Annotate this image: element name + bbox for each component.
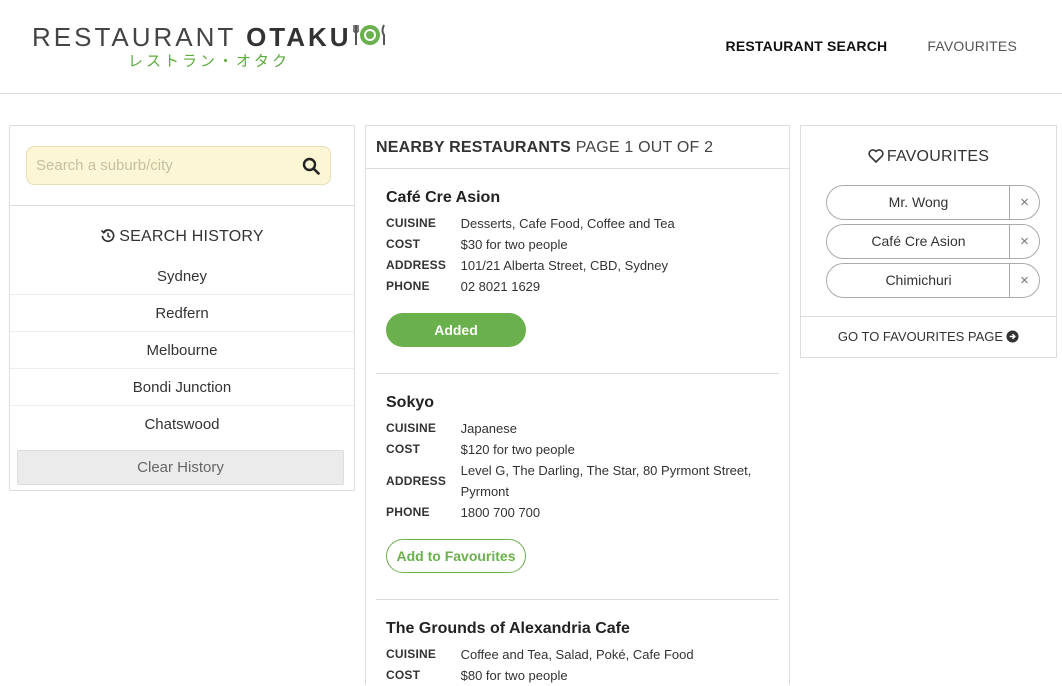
address-row: ADDRESS 101/21 Alberta Street, CBD, Sydne…	[386, 255, 769, 276]
favourite-name[interactable]: Chimichuri	[827, 264, 1010, 297]
restaurant-card: Café Cre Asion CUISINE Desserts, Cafe Foo…	[376, 169, 779, 374]
logo-subtitle: レストラン・オタク	[128, 52, 291, 70]
site-header: RESTAURANT OTAKU レストラン・オタク RESTAURANT SE…	[0, 0, 1062, 94]
logo-text-light: RESTAURANT	[32, 22, 236, 52]
plate-cutlery-icon	[353, 24, 385, 45]
remove-favourite-button[interactable]: ×	[1009, 225, 1039, 258]
cost-row: COST $80 for two people	[386, 665, 769, 686]
restaurant-card: The Grounds of Alexandria Cafe CUISINE Co…	[376, 600, 779, 686]
search-panel: SEARCH HISTORY Sydney Redfern Melbourne …	[9, 125, 355, 491]
phone-value: 1800 700 700	[460, 505, 541, 520]
restaurant-name[interactable]: Café Cre Asion	[386, 189, 769, 207]
cost-row: COST $120 for two people	[386, 439, 769, 460]
restaurant-card: Sokyo CUISINE Japanese COST $120 for two p…	[376, 374, 779, 600]
favourite-name[interactable]: Café Cre Asion	[827, 225, 1010, 258]
nav-restaurant-search[interactable]: RESTAURANT SEARCH	[726, 38, 888, 54]
history-icon	[101, 229, 115, 243]
cuisine-row: CUISINE Desserts, Cafe Food, Coffee and T…	[386, 213, 769, 234]
logo-wordmark: RESTAURANT OTAKU	[32, 22, 352, 53]
cuisine-value: Japanese	[460, 421, 517, 436]
go-to-favourites-label: GO TO FAVOURITES PAGE	[837, 329, 1004, 344]
address-value: Level G, The Darling, The Star, 80 Pyrmo…	[460, 463, 752, 499]
search-history-list: Sydney Redfern Melbourne Bondi Junction …	[10, 258, 354, 443]
cost-label: COST	[386, 668, 421, 682]
cuisine-value: Desserts, Cafe Food, Coffee and Tea	[460, 216, 675, 231]
address-row: ADDRESS Level G, The Darling, The Star, 8…	[386, 460, 769, 502]
results-panel: NEARBY RESTAURANTS PAGE 1 OUT OF 2 Café …	[365, 125, 790, 685]
phone-label: PHONE	[386, 505, 430, 519]
phone-row: PHONE 02 8021 1629	[386, 276, 769, 297]
history-item-redfern[interactable]: Redfern	[10, 295, 354, 332]
results-header: NEARBY RESTAURANTS PAGE 1 OUT OF 2	[366, 126, 789, 169]
search-input[interactable]	[27, 147, 287, 184]
cost-label: COST	[386, 442, 421, 456]
cuisine-row: CUISINE Japanese	[386, 418, 769, 439]
clear-history-button[interactable]: Clear History	[17, 450, 344, 485]
restaurant-name[interactable]: The Grounds of Alexandria Cafe	[386, 620, 769, 638]
cost-value: $30 for two people	[460, 237, 568, 252]
cuisine-row: CUISINE Coffee and Tea, Salad, Poké, Cafe…	[386, 644, 769, 665]
search-icon[interactable]	[302, 157, 320, 175]
favourites-title: FAVOURITES	[886, 148, 990, 165]
search-section	[10, 126, 354, 206]
arrow-circle-right-icon	[1006, 330, 1019, 343]
address-label: ADDRESS	[386, 473, 447, 488]
heart-icon	[868, 149, 884, 163]
cost-label: COST	[386, 237, 421, 251]
favourites-heading: FAVOURITES	[801, 148, 1056, 178]
phone-row: PHONE 1800 700 700	[386, 502, 769, 523]
history-item-sydney[interactable]: Sydney	[10, 258, 354, 295]
main-nav: RESTAURANT SEARCH FAVOURITES	[726, 38, 1017, 54]
favourite-item: Chimichuri ×	[826, 263, 1040, 298]
search-history-title: SEARCH HISTORY	[119, 228, 264, 245]
address-label: ADDRESS	[386, 258, 447, 272]
cost-row: COST $30 for two people	[386, 234, 769, 255]
cuisine-label: CUISINE	[386, 647, 437, 661]
remove-favourite-button[interactable]: ×	[1009, 186, 1039, 219]
cuisine-label: CUISINE	[386, 216, 437, 230]
favourites-panel: FAVOURITES Mr. Wong × Café Cre Asion × C…	[800, 125, 1057, 358]
favourite-item: Café Cre Asion ×	[826, 224, 1040, 259]
favourite-item: Mr. Wong ×	[826, 185, 1040, 220]
cost-value: $80 for two people	[460, 668, 568, 683]
phone-label: PHONE	[386, 279, 430, 293]
phone-value: 02 8021 1629	[460, 279, 541, 294]
results-title: NEARBY RESTAURANTS	[376, 139, 572, 156]
go-to-favourites-link[interactable]: GO TO FAVOURITES PAGE	[801, 316, 1056, 358]
search-history-heading: SEARCH HISTORY	[10, 228, 354, 258]
added-button[interactable]: Added	[386, 313, 526, 347]
nav-favourites[interactable]: FAVOURITES	[927, 38, 1017, 54]
cost-value: $120 for two people	[460, 442, 575, 457]
history-item-bondi-junction[interactable]: Bondi Junction	[10, 369, 354, 406]
add-to-favourites-button[interactable]: Add to Favourites	[386, 539, 526, 573]
search-box	[26, 146, 331, 185]
cuisine-value: Coffee and Tea, Salad, Poké, Cafe Food	[460, 647, 694, 662]
favourite-name[interactable]: Mr. Wong	[827, 186, 1010, 219]
site-logo[interactable]: RESTAURANT OTAKU レストラン・オタク	[32, 20, 392, 72]
remove-favourite-button[interactable]: ×	[1009, 264, 1039, 297]
history-item-chatswood[interactable]: Chatswood	[10, 406, 354, 443]
history-item-melbourne[interactable]: Melbourne	[10, 332, 354, 369]
cuisine-label: CUISINE	[386, 421, 437, 435]
restaurant-name[interactable]: Sokyo	[386, 394, 769, 412]
results-page-indicator: PAGE 1 OUT OF 2	[575, 139, 714, 156]
logo-text-bold: OTAKU	[246, 22, 352, 52]
address-value: 101/21 Alberta Street, CBD, Sydney	[460, 258, 669, 273]
